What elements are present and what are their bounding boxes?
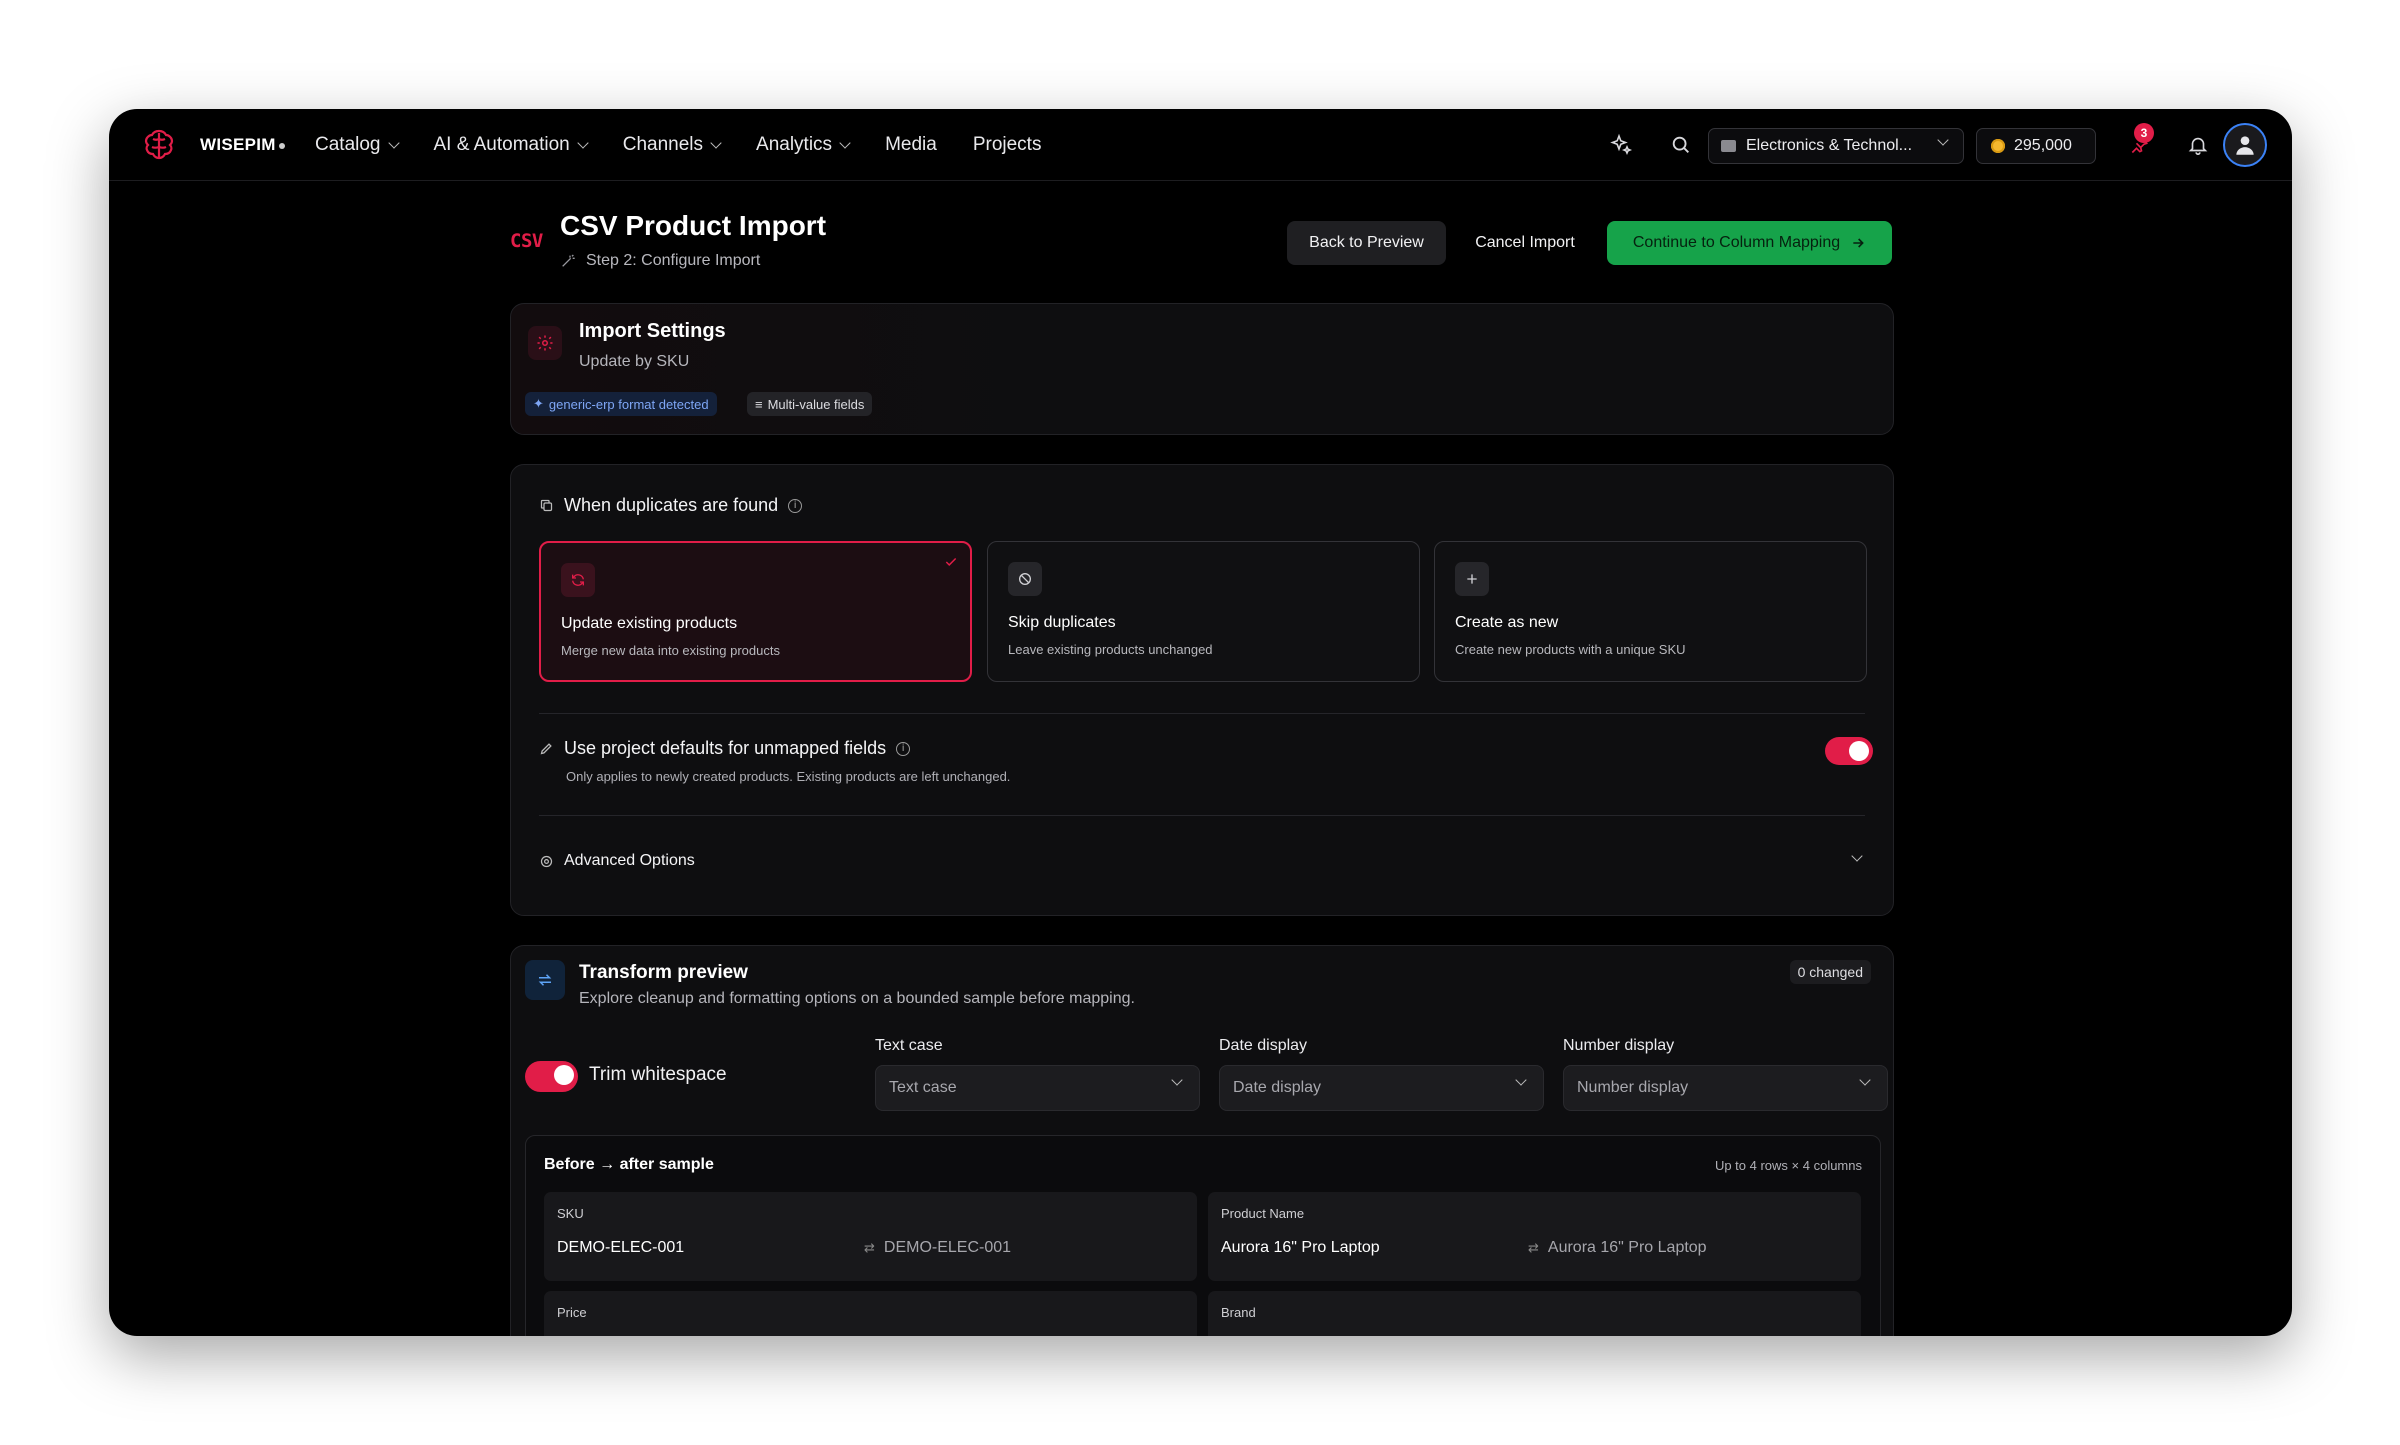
trim-whitespace-label: Trim whitespace [589,1064,727,1085]
csv-badge: CSV [510,230,543,252]
info-icon[interactable]: i [896,741,911,756]
workspace-selector[interactable]: Electronics & Technol... [1708,128,1964,164]
plus-icon [1455,562,1489,596]
copy-icon [540,499,553,512]
swap-arrows-icon: ⇄ [864,1240,875,1255]
coin-icon [1991,139,2005,153]
changed-count-badge: 0 changed [1789,960,1871,984]
sample-cell-sku: SKU DEMO-ELEC-001 ⇄ DEMO-ELEC-001 [544,1192,1197,1281]
sample-title: Before → after sample [544,1156,714,1173]
duplicates-card: When duplicates are found i Update exist… [510,464,1894,916]
import-settings-subtitle: Update by SKU [579,353,690,370]
advanced-options-toggle[interactable]: Advanced Options [539,852,695,870]
sample-cell-brand: Brand [1208,1291,1861,1336]
chevron-down-icon [1859,1074,1871,1086]
chevron-down-icon [1937,134,1949,146]
pencil-icon [540,743,552,755]
project-defaults-toggle[interactable] [1825,737,1873,765]
top-navigation: WISEPIM Catalog AI & Automation Channels… [109,109,2292,181]
brain-logo-icon[interactable] [139,125,179,165]
page-title: CSV Product Import [560,210,827,241]
ai-sparkle-icon[interactable] [1607,131,1635,159]
menu-media[interactable]: Media [885,131,937,159]
list-icon: ≡ [755,396,763,412]
workspace-name: Electronics & Technol... [1746,137,1913,154]
chevron-down-icon [839,136,851,149]
sample-cell-price: Price [544,1291,1197,1336]
menu-projects[interactable]: Projects [973,131,1042,159]
sparkle-icon: ✦ [533,396,544,411]
import-settings-title: Import Settings [579,320,726,342]
transform-title: Transform preview [579,962,748,983]
folder-icon [1721,140,1736,152]
option-create-new[interactable]: Create as new Create new products with a… [1434,541,1867,682]
credits-balance[interactable]: 295,000 [1976,128,2096,164]
divider [539,815,1865,816]
project-defaults-description: Only applies to newly created products. … [566,769,1011,784]
multi-value-chip: ≡ Multi-value fields [747,392,873,416]
gear-icon [528,326,562,360]
menu-catalog[interactable]: Catalog [315,131,400,159]
check-icon [945,557,957,566]
duplicates-label: When duplicates are found i [539,495,803,516]
number-display-select[interactable]: Number display [1563,1065,1888,1111]
transform-subtitle: Explore cleanup and formatting options o… [579,990,1135,1007]
option-skip-duplicates[interactable]: Skip duplicates Leave existing products … [987,541,1420,682]
menu-ai-automation[interactable]: AI & Automation [434,131,589,159]
user-avatar[interactable] [2223,123,2267,167]
wand-icon [562,254,575,267]
menu-channels[interactable]: Channels [623,131,722,159]
number-display-label: Number display [1563,1037,1675,1054]
sample-meta: Up to 4 rows × 4 columns [1714,1158,1862,1173]
search-icon[interactable] [1667,131,1695,159]
bell-icon[interactable] [2184,131,2212,159]
date-display-label: Date display [1219,1037,1308,1054]
cancel-import-button[interactable]: Cancel Import [1456,221,1594,265]
ban-icon [1008,562,1042,596]
text-case-label: Text case [875,1037,943,1054]
sample-cell-product-name: Product Name Aurora 16" Pro Laptop ⇄ Auro… [1208,1192,1861,1281]
import-settings-card: Import Settings Update by SKU ✦ generic-e… [510,303,1894,435]
transform-arrows-icon [525,960,565,1000]
trim-whitespace-toggle[interactable] [525,1061,578,1092]
format-detected-chip: ✦ generic-erp format detected [525,392,717,416]
chevron-down-icon [577,136,589,149]
chevron-down-icon [387,136,400,149]
arrow-right-icon [1853,238,1864,248]
main-menu: Catalog AI & Automation Channels Analyti… [315,131,1077,159]
project-defaults-label: Use project defaults for unmapped fields… [539,738,911,759]
text-case-select[interactable]: Text case [875,1065,1200,1111]
date-display-select[interactable]: Date display [1219,1065,1544,1111]
chevron-down-icon [1171,1074,1183,1086]
divider [539,713,1865,714]
transform-preview-card: Transform preview Explore cleanup and fo… [510,945,1894,1336]
swap-arrows-icon: ⇄ [1528,1240,1539,1255]
back-to-preview-button[interactable]: Back to Preview [1287,221,1446,265]
step-indicator: Step 2: Configure Import [560,252,760,270]
app-window: WISEPIM Catalog AI & Automation Channels… [109,109,2292,1336]
brand-name[interactable]: WISEPIM [200,135,285,155]
menu-analytics[interactable]: Analytics [756,131,851,159]
before-after-sample: Before → after sample Up to 4 rows × 4 c… [525,1135,1881,1336]
chevron-down-icon [1515,1074,1527,1086]
gear-icon [540,855,553,867]
chevron-down-icon [710,136,722,149]
refresh-icon [561,563,595,597]
continue-to-mapping-button[interactable]: Continue to Column Mapping [1607,221,1892,265]
notification-count-badge: 3 [2134,123,2154,143]
option-update-existing[interactable]: Update existing products Merge new data … [539,541,972,682]
chevron-down-icon[interactable] [1851,850,1863,862]
info-icon[interactable]: i [788,498,803,513]
